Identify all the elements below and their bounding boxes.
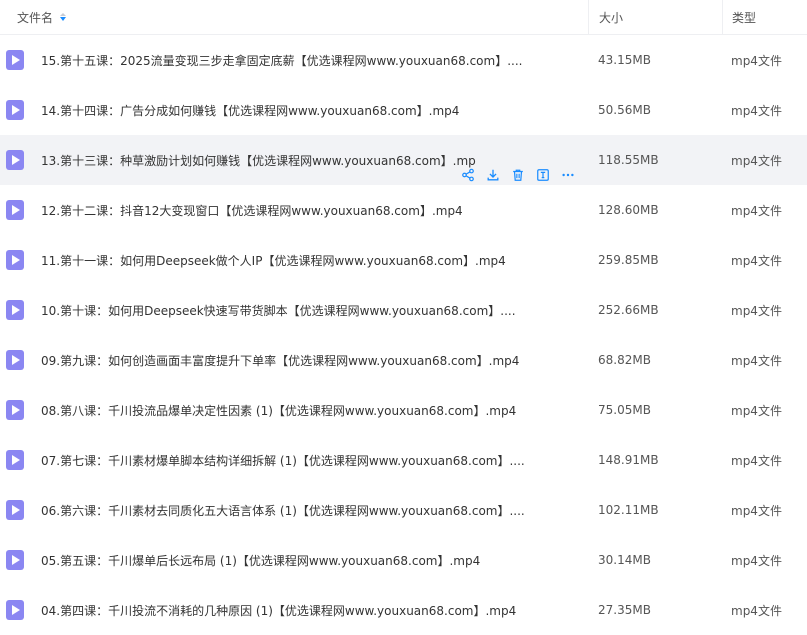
table-row[interactable]: 07.第七课：千川素材爆单脚本结构详细拆解 (1)【优选课程网www.youxu… [0,435,807,485]
file-name-cell[interactable]: 11.第十一课：如何用Deepseek做个人IP【优选课程网www.youxua… [0,250,588,270]
file-name-cell[interactable]: 08.第八课：千川投流品爆单决定性因素 (1)【优选课程网www.youxuan… [0,400,588,420]
file-size-cell: 148.91MB [598,453,659,467]
video-file-icon [6,100,24,120]
file-size-cell: 27.35MB [598,603,651,617]
video-file-icon [6,550,24,570]
file-name[interactable]: 10.第十课：如何用Deepseek快速写带货脚本【优选课程网www.youxu… [41,302,516,319]
file-name-cell[interactable]: 09.第九课：如何创造画面丰富度提升下单率【优选课程网www.youxuan68… [0,350,588,370]
sort-icon[interactable] [60,13,67,21]
file-name-cell[interactable]: 13.第十三课：种草激励计划如何赚钱【优选课程网www.youxuan68.co… [0,150,588,182]
table-body: 15.第十五课：2025流量变现三步走拿固定底薪【优选课程网www.youxua… [0,35,807,635]
table-row[interactable]: 15.第十五课：2025流量变现三步走拿固定底薪【优选课程网www.youxua… [0,35,807,85]
file-size-cell: 30.14MB [598,553,651,567]
file-type-cell: mp4文件 [731,503,782,518]
file-name-cell[interactable]: 07.第七课：千川素材爆单脚本结构详细拆解 (1)【优选课程网www.youxu… [0,450,588,470]
video-file-icon [6,150,24,170]
download-icon[interactable] [485,168,500,183]
file-name[interactable]: 07.第七课：千川素材爆单脚本结构详细拆解 (1)【优选课程网www.youxu… [41,452,525,469]
table-header: 文件名 大小 类型 [0,0,807,35]
file-name[interactable]: 11.第十一课：如何用Deepseek做个人IP【优选课程网www.youxua… [41,252,506,269]
video-file-icon [6,300,24,320]
file-name-cell[interactable]: 12.第十二课：抖音12大变现窗口【优选课程网www.youxuan68.com… [0,200,588,220]
table-row[interactable]: 04.第四课：千川投流不消耗的几种原因 (1)【优选课程网www.youxuan… [0,585,807,635]
video-file-icon [6,600,24,620]
file-type-cell: mp4文件 [731,353,782,368]
file-name[interactable]: 06.第六课：千川素材去同质化五大语言体系 (1)【优选课程网www.youxu… [41,502,525,519]
file-type-cell: mp4文件 [731,303,782,318]
file-size-cell: 102.11MB [598,503,659,517]
video-file-icon [6,450,24,470]
file-size-cell: 68.82MB [598,353,651,367]
video-file-icon [6,200,24,220]
file-name-cell[interactable]: 06.第六课：千川素材去同质化五大语言体系 (1)【优选课程网www.youxu… [0,500,588,520]
column-header-type-label: 类型 [732,10,757,25]
column-header-name-label: 文件名 [17,10,54,25]
file-name-cell[interactable]: 05.第五课：千川爆单后长远布局 (1)【优选课程网www.youxuan68.… [0,550,588,570]
file-type-cell: mp4文件 [731,103,782,118]
column-header-size-label: 大小 [599,10,624,25]
file-type-cell: mp4文件 [731,153,782,168]
column-header-name[interactable]: 文件名 [0,0,588,35]
table-row[interactable]: 13.第十三课：种草激励计划如何赚钱【优选课程网www.youxuan68.co… [0,135,807,185]
file-type-cell: mp4文件 [731,203,782,218]
file-size-cell: 75.05MB [598,403,651,417]
file-name[interactable]: 13.第十三课：种草激励计划如何赚钱【优选课程网www.youxuan68.co… [41,152,476,169]
table-row[interactable]: 10.第十课：如何用Deepseek快速写带货脚本【优选课程网www.youxu… [0,285,807,335]
file-size-cell: 252.66MB [598,303,659,317]
video-file-icon [6,250,24,270]
table-row[interactable]: 12.第十二课：抖音12大变现窗口【优选课程网www.youxuan68.com… [0,185,807,235]
file-name[interactable]: 15.第十五课：2025流量变现三步走拿固定底薪【优选课程网www.youxua… [41,52,522,69]
file-name[interactable]: 08.第八课：千川投流品爆单决定性因素 (1)【优选课程网www.youxuan… [41,402,516,419]
file-type-cell: mp4文件 [731,253,782,268]
file-name[interactable]: 12.第十二课：抖音12大变现窗口【优选课程网www.youxuan68.com… [41,202,463,219]
table-row[interactable]: 09.第九课：如何创造画面丰富度提升下单率【优选课程网www.youxuan68… [0,335,807,385]
table-row[interactable]: 11.第十一课：如何用Deepseek做个人IP【优选课程网www.youxua… [0,235,807,285]
video-file-icon [6,350,24,370]
file-size-cell: 118.55MB [598,153,659,167]
video-file-icon [6,50,24,70]
file-name[interactable]: 09.第九课：如何创造画面丰富度提升下单率【优选课程网www.youxuan68… [41,352,519,369]
file-size-cell: 43.15MB [598,53,651,67]
table-row[interactable]: 06.第六课：千川素材去同质化五大语言体系 (1)【优选课程网www.youxu… [0,485,807,535]
file-list-table: 文件名 大小 类型 15.第十五课：2025流量变现三步走拿固定底薪【优选课程网… [0,0,807,635]
file-name-cell[interactable]: 15.第十五课：2025流量变现三步走拿固定底薪【优选课程网www.youxua… [0,50,588,70]
file-name-cell[interactable]: 04.第四课：千川投流不消耗的几种原因 (1)【优选课程网www.youxuan… [0,600,588,620]
table-row[interactable]: 05.第五课：千川爆单后长远布局 (1)【优选课程网www.youxuan68.… [0,535,807,585]
video-file-icon [6,500,24,520]
file-size-cell: 128.60MB [598,203,659,217]
file-name[interactable]: 05.第五课：千川爆单后长远布局 (1)【优选课程网www.youxuan68.… [41,552,480,569]
share-icon[interactable] [460,168,475,183]
rename-icon[interactable] [535,168,550,183]
file-type-cell: mp4文件 [731,453,782,468]
file-name-cell[interactable]: 14.第十四课：广告分成如何赚钱【优选课程网www.youxuan68.com】… [0,100,588,120]
table-row[interactable]: 08.第八课：千川投流品爆单决定性因素 (1)【优选课程网www.youxuan… [0,385,807,435]
table-row[interactable]: 14.第十四课：广告分成如何赚钱【优选课程网www.youxuan68.com】… [0,85,807,135]
column-header-type[interactable]: 类型 [722,0,807,35]
file-name[interactable]: 14.第十四课：广告分成如何赚钱【优选课程网www.youxuan68.com】… [41,102,459,119]
file-type-cell: mp4文件 [731,403,782,418]
file-name-cell[interactable]: 10.第十课：如何用Deepseek快速写带货脚本【优选课程网www.youxu… [0,300,588,320]
video-file-icon [6,400,24,420]
file-type-cell: mp4文件 [731,553,782,568]
file-type-cell: mp4文件 [731,53,782,68]
file-size-cell: 50.56MB [598,103,651,117]
column-header-size[interactable]: 大小 [588,0,722,35]
delete-icon[interactable] [510,168,525,183]
file-name[interactable]: 04.第四课：千川投流不消耗的几种原因 (1)【优选课程网www.youxuan… [41,602,516,619]
file-type-cell: mp4文件 [731,603,782,618]
more-icon[interactable] [560,168,575,183]
file-size-cell: 259.85MB [598,253,659,267]
